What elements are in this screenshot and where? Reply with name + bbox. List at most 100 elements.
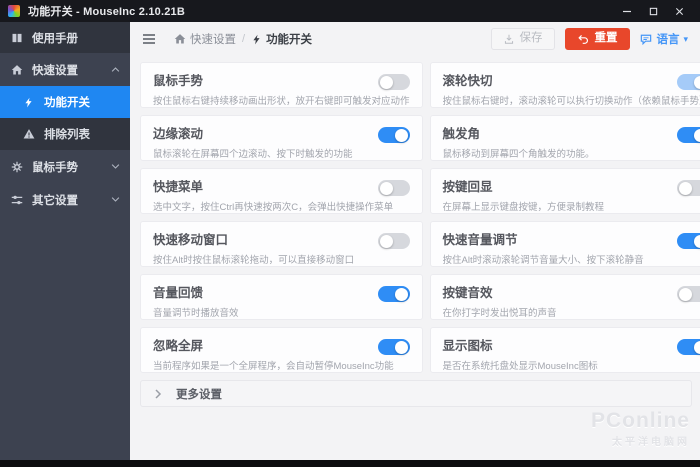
setting-card: 忽略全屏 当前程序如果是一个全屏程序，会自动暂停MouseInc功能 (140, 327, 423, 373)
toggle-knob (394, 287, 408, 301)
toggle-off[interactable] (377, 180, 410, 196)
setting-description: 当前程序如果是一个全屏程序，会自动暂停MouseInc功能 (153, 361, 394, 372)
toggle-on[interactable] (377, 339, 410, 355)
toggle-on[interactable] (377, 127, 410, 143)
toggle-on[interactable] (676, 127, 700, 143)
setting-card: 滚轮快切 按住鼠标右键时，滚动滚轮可以执行切换动作（依赖鼠标手势） (429, 62, 700, 108)
setting-description: 按住Alt时滚动滚轮调节音量大小、按下滚轮静音 (442, 255, 644, 266)
setting-title: 快捷菜单 (153, 180, 204, 194)
setting-card: 显示图标 是否在系统托盘处显示MouseInc图标 (429, 327, 700, 373)
setting-description: 选中文字，按住Ctrl再快速按两次C，会弹出快捷操作菜单 (153, 202, 394, 213)
main-header: 快速设置 / 功能开关 保存 重置 语言 ▾ (130, 22, 700, 56)
chevron-right-icon (154, 388, 162, 399)
home-icon (10, 63, 23, 76)
more-settings-row[interactable]: 更多设置 (140, 380, 692, 407)
sidebar-item-label: 鼠标手势 (32, 161, 78, 174)
toggle-knob (379, 234, 393, 248)
toggle-knob (693, 128, 700, 142)
setting-card: 快速音量调节 按住Alt时滚动滚轮调节音量大小、按下滚轮静音 (429, 221, 700, 267)
chevron-down-icon (111, 163, 120, 170)
breadcrumb-item[interactable]: 功能开关 (251, 31, 312, 47)
setting-description: 在屏幕上显示键盘按键，方便录制教程 (442, 202, 605, 213)
setting-description: 按住鼠标右键持续移动画出形状，放开右键即可触发对应动作 (153, 96, 410, 107)
sidebar-item-book[interactable]: 使用手册 (0, 22, 130, 53)
reset-button[interactable]: 重置 (565, 28, 631, 50)
setting-title: 按键音效 (442, 286, 493, 300)
bolt-icon (251, 34, 262, 45)
setting-description: 鼠标滚轮在屏幕四个边滚动、按下时触发的功能 (153, 149, 353, 160)
more-settings-label: 更多设置 (176, 388, 222, 401)
setting-title: 滚轮快切 (442, 74, 493, 88)
home-icon (174, 33, 186, 45)
sidebar-item-gear[interactable]: 鼠标手势 (0, 150, 130, 183)
save-icon (505, 34, 514, 44)
setting-card: 按键音效 在你打字时发出悦耳的声音 (429, 274, 700, 320)
chevron-up-icon (111, 66, 120, 73)
setting-description: 在你打字时发出悦耳的声音 (442, 308, 557, 319)
setting-title: 快速移动窗口 (153, 233, 229, 247)
setting-title: 触发角 (442, 127, 481, 141)
setting-card: 鼠标手势 按住鼠标右键持续移动画出形状，放开右键即可触发对应动作 (140, 62, 423, 108)
toggle-knob (394, 128, 408, 142)
setting-title: 音量回馈 (153, 286, 204, 300)
sidebar-item-warning[interactable]: 排除列表 (0, 118, 130, 150)
setting-title: 边缘滚动 (153, 127, 204, 141)
setting-description: 按住鼠标右键时，滚动滚轮可以执行切换动作（依赖鼠标手势） (442, 96, 700, 107)
sidebar-item-home[interactable]: 快速设置 (0, 53, 130, 86)
language-button[interactable]: 语言 ▾ (640, 31, 688, 47)
setting-title: 鼠标手势 (153, 74, 204, 88)
book-icon (10, 31, 23, 44)
setting-card: 按键回显 在屏幕上显示键盘按键，方便录制教程 (429, 168, 700, 214)
toggle-off[interactable] (377, 74, 410, 90)
save-button-label: 保存 (519, 32, 543, 45)
toggle-knob (678, 287, 692, 301)
setting-description: 鼠标移动到屏幕四个角触发的功能。 (442, 149, 595, 160)
toggle-knob (693, 340, 700, 354)
bolt-icon (22, 96, 35, 109)
breadcrumb-separator: / (242, 33, 246, 45)
toggle-knob (693, 75, 700, 89)
toggle-off[interactable] (377, 233, 410, 249)
setting-card: 快捷菜单 选中文字，按住Ctrl再快速按两次C，会弹出快捷操作菜单 (140, 168, 423, 214)
toggle-knob (379, 181, 393, 195)
breadcrumb-label: 功能开关 (266, 34, 313, 46)
sidebar-item-sliders[interactable]: 其它设置 (0, 183, 130, 216)
minimize-icon[interactable] (614, 0, 640, 22)
toggle-on[interactable] (676, 74, 700, 90)
toggle-on[interactable] (676, 339, 700, 355)
sidebar-item-bolt[interactable]: 功能开关 (0, 86, 130, 118)
sidebar-item-label: 排除列表 (44, 129, 90, 141)
reset-icon (578, 35, 589, 44)
watermark: PConline 太平洋电脑网 (591, 409, 690, 448)
sidebar-item-label: 快速设置 (32, 64, 78, 77)
warning-icon (22, 128, 35, 141)
setting-title: 按键回显 (442, 180, 493, 194)
reset-button-label: 重置 (594, 32, 618, 45)
breadcrumb-label: 快速设置 (190, 34, 236, 46)
header-actions: 保存 重置 语言 ▾ (491, 28, 688, 50)
main-panel: 快速设置 / 功能开关 保存 重置 语言 ▾ 鼠标手势 按住鼠标右键持续移动画出形状… (130, 22, 700, 460)
toggle-knob (379, 75, 393, 89)
close-icon[interactable] (666, 0, 692, 22)
setting-card: 边缘滚动 鼠标滚轮在屏幕四个边滚动、按下时触发的功能 (140, 115, 423, 161)
setting-title: 忽略全屏 (153, 339, 204, 353)
breadcrumb-item[interactable]: 快速设置 (174, 31, 236, 47)
toggle-off[interactable] (676, 180, 700, 196)
setting-card: 快速移动窗口 按住Alt时按住鼠标滚轮拖动，可以直接移动窗口 (140, 221, 423, 267)
sidebar-item-label: 功能开关 (44, 97, 90, 109)
setting-description: 音量调节时播放音效 (153, 308, 239, 319)
setting-title: 显示图标 (442, 339, 493, 353)
save-button[interactable]: 保存 (491, 28, 556, 50)
maximize-icon[interactable] (640, 0, 666, 22)
titlebar: 功能开关 - MouseInc 2.10.21B (0, 0, 700, 22)
toggle-on[interactable] (676, 233, 700, 249)
setting-card: 音量回馈 音量调节时播放音效 (140, 274, 423, 320)
breadcrumb: 快速设置 / 功能开关 (174, 31, 312, 47)
toggle-on[interactable] (377, 286, 410, 302)
toggle-knob (693, 234, 700, 248)
hamburger-menu-icon[interactable] (140, 31, 158, 47)
setting-card: 触发角 鼠标移动到屏幕四个角触发的功能。 (429, 115, 700, 161)
toggle-off[interactable] (676, 286, 700, 302)
setting-description: 按住Alt时按住鼠标滚轮拖动，可以直接移动窗口 (153, 255, 355, 266)
chevron-down-icon (111, 196, 120, 203)
